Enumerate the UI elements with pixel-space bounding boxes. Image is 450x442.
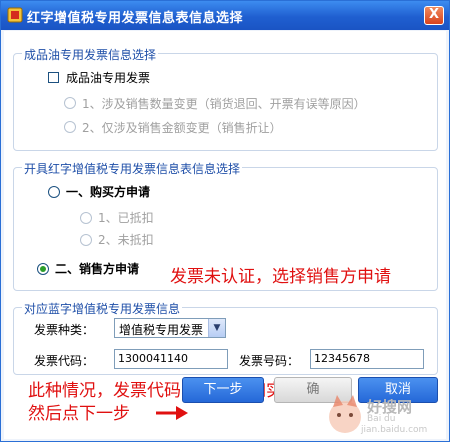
chevron-down-icon[interactable]: ▼	[208, 319, 225, 337]
close-button[interactable]: X	[424, 6, 444, 25]
invoice-number-label: 发票号码：	[239, 354, 300, 368]
not-deducted-label: 2、未抵扣	[98, 233, 154, 247]
annotation-seller-note: 发票未认证，选择销售方申请	[170, 267, 391, 287]
window-title: 红字增值税专用发票信息表信息选择	[27, 11, 244, 26]
buyer-apply-radio[interactable]	[48, 186, 60, 198]
oil-option-1-radio[interactable]	[64, 97, 76, 109]
invoice-type-select[interactable]: 增值税专用发票 ▼	[114, 318, 226, 338]
oil-option-1-label: 1、涉及销售数量变更（销货退回、开票有误等原因）	[82, 97, 366, 111]
seller-apply-radio[interactable]	[37, 263, 49, 275]
not-deducted-radio[interactable]	[80, 234, 92, 246]
oil-option-2-radio[interactable]	[64, 121, 76, 133]
close-icon: X	[428, 7, 440, 22]
deducted-label: 1、已抵扣	[98, 211, 154, 225]
watermark-subtext: Bai du	[367, 414, 396, 424]
oil-group-title: 成品油专用发票信息选择	[22, 46, 159, 63]
oil-invoice-checkbox[interactable]	[48, 72, 59, 83]
watermark-url: jian.baidu.com	[361, 425, 428, 435]
oil-invoice-label: 成品油专用发票	[66, 71, 151, 85]
watermark-fox-icon	[329, 395, 361, 433]
red-group-title: 开具红字增值税专用发票信息表信息选择	[22, 160, 243, 177]
annotation-input-note-line2: 然后点下一步	[28, 404, 130, 424]
oil-option-2-label: 2、仅涉及销售金额变更（销售折让）	[82, 121, 282, 135]
deducted-radio[interactable]	[80, 212, 92, 224]
app-icon	[7, 7, 23, 23]
invoice-type-value: 增值税专用发票	[119, 323, 204, 337]
invoice-number-input[interactable]: 12345678	[310, 349, 424, 369]
annotation-arrow-icon	[156, 406, 188, 420]
blue-group-title: 对应蓝字增值税专用发票信息	[22, 300, 183, 317]
title-bar[interactable]: 红字增值税专用发票信息表信息选择 X	[1, 1, 449, 30]
next-step-button[interactable]: 下一步	[182, 377, 264, 403]
dialog-window: 红字增值税专用发票信息表信息选择 X 成品油专用发票信息选择 成品油专用发票 1…	[0, 0, 450, 442]
invoice-code-label: 发票代码：	[34, 354, 95, 368]
buyer-apply-label: 一、购买方申请	[66, 185, 151, 199]
invoice-type-label: 发票种类：	[34, 323, 95, 337]
seller-apply-label: 二、销售方申请	[55, 262, 140, 276]
invoice-code-input[interactable]: 1300041140	[114, 349, 228, 369]
watermark: 好搜网 Bai du jian.baidu.com	[329, 395, 443, 439]
